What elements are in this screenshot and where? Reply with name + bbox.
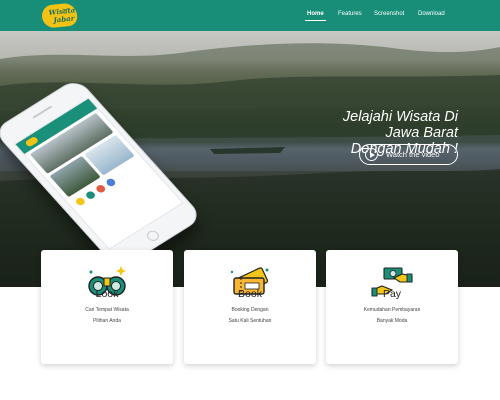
feature-card-book: Book Booking Dengan Satu Kali Sentuhan [184,250,316,364]
nav-download[interactable]: Download [418,11,445,17]
feature-desc-line2: Pilihan Anda [93,318,121,324]
feature-desc-line1: Kemudahan Pembayaran [363,307,421,313]
feature-desc-line2: Banyak Moda [376,318,408,324]
feature-card-look: Look Cari Tempat Wisata Pilihan Anda [41,250,173,364]
logo-text-line2: Jabar [52,13,75,25]
category-icon [74,196,87,207]
app-logo-icon [24,135,40,148]
watch-video-label: Watch the video [386,150,440,159]
feature-description: Cari Tempat Wisata Pilihan Anda [41,305,173,327]
nav-active-indicator [305,20,326,21]
feature-card-pay: Pay Kemudahan Pembayaran Banyak Moda [326,250,458,364]
feature-title: Book [238,288,262,300]
phone-home-button [144,228,162,243]
nav-features[interactable]: Features [338,11,362,17]
feature-description: Kemudahan Pembayaran Banyak Moda [326,305,458,327]
feature-desc-line2: Satu Kali Sentuhan [228,318,272,324]
top-navbar: Wisata Jabar Home Features Screenshot Do… [0,0,500,31]
category-icon [94,183,107,194]
feature-desc-line1: Booking Dengan [231,307,269,313]
category-icon [84,190,97,201]
feature-title: Pay [382,288,402,300]
watch-video-button[interactable]: Watch the video [359,144,458,165]
hero-headline-line1: Jelajahi Wisata Di [342,109,458,125]
feature-title: Look [95,288,119,300]
play-icon [365,148,378,161]
nav-screenshot[interactable]: Screenshot [374,11,404,17]
category-icon [104,177,118,188]
feature-description: Booking Dengan Satu Kali Sentuhan [184,305,316,327]
feature-desc-line1: Cari Tempat Wisata [85,307,129,313]
brand-logo[interactable]: Wisata Jabar [40,2,79,29]
nav-home[interactable]: Home [307,11,324,17]
phone-speaker [32,105,53,119]
hero-headline-line2: Jawa Barat [385,125,458,141]
